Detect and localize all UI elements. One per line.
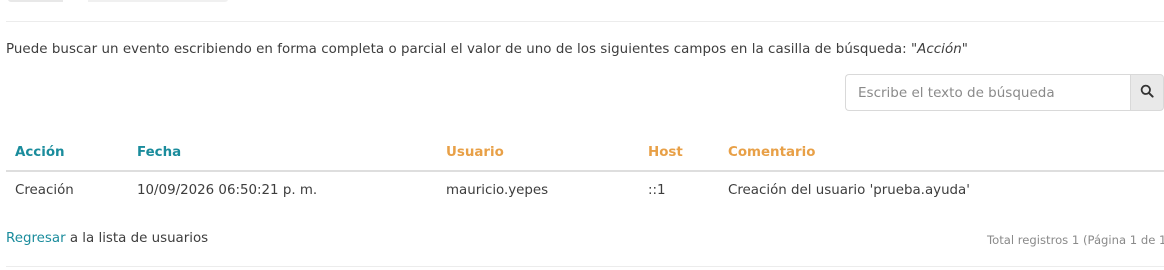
back-to-users-link[interactable]: Regresar (6, 231, 66, 246)
total-records: Total registros 1 (Página 1 de 1 (987, 233, 1164, 247)
event-log-page: Puede buscar un evento escribiendo en fo… (0, 0, 1164, 270)
cell-accion: Creación (15, 182, 74, 198)
header-accion[interactable]: Acción (6, 134, 137, 172)
table-footer: Regresar a la lista de usuarios Total re… (6, 231, 1164, 247)
search-group (845, 74, 1164, 111)
cell-host: ::1 (648, 182, 666, 198)
header-comentario[interactable]: Comentario (728, 134, 1164, 172)
cut-off-heading (8, 0, 228, 2)
cell-comentario: Creación del usuario 'prueba.ayuda' (728, 182, 970, 198)
header-host[interactable]: Host (648, 134, 728, 172)
back-link-suffix: a la lista de usuarios (65, 231, 209, 246)
search-instructions: Puede buscar un evento escribiendo en fo… (6, 42, 968, 57)
cell-fecha: 10/09/2026 06:50:21 p. m. (137, 182, 318, 198)
header-usuario[interactable]: Usuario (446, 134, 648, 172)
events-table: Acción Fecha Usuario Host Comentario Cre… (6, 134, 1164, 208)
bottom-divider (6, 266, 1164, 267)
search-icon (1140, 84, 1154, 101)
table-row: Creación 10/09/2026 06:50:21 p. m. mauri… (6, 171, 1164, 208)
cell-usuario: mauricio.yepes (446, 182, 549, 198)
header-fecha[interactable]: Fecha (137, 134, 446, 172)
instructions-text: Puede buscar un evento escribiendo en fo… (6, 42, 911, 57)
table-header-row: Acción Fecha Usuario Host Comentario (6, 134, 1164, 172)
search-button[interactable] (1130, 74, 1164, 111)
search-input[interactable] (845, 74, 1130, 111)
instructions-field: "Acción" (910, 42, 968, 57)
top-divider (6, 21, 1164, 22)
